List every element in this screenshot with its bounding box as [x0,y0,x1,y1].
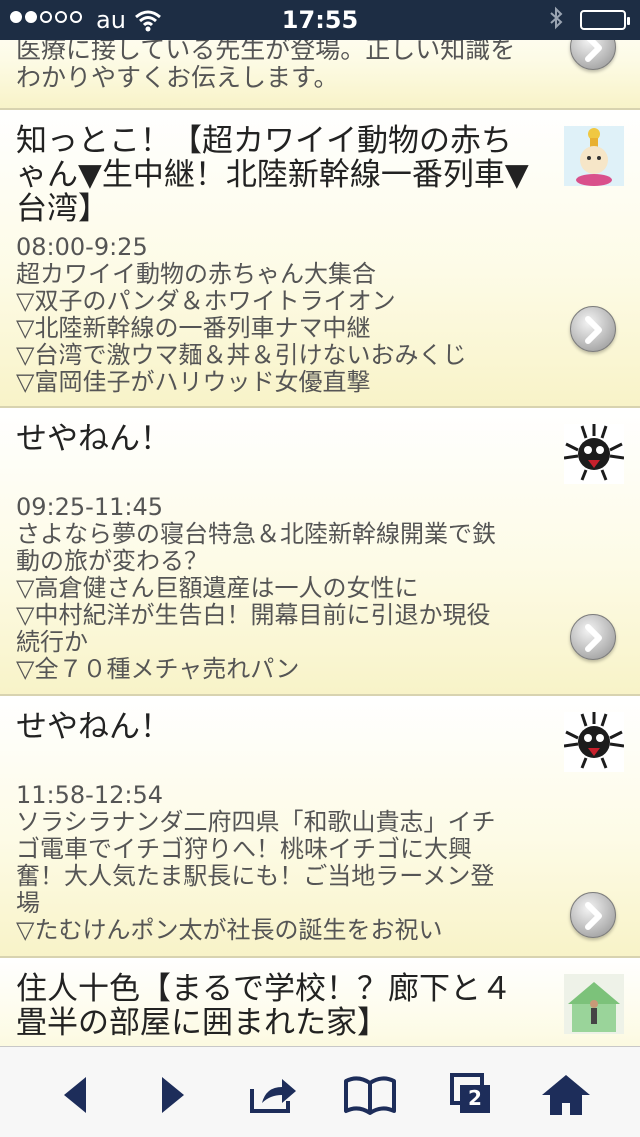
program-item[interactable]: 住人十色【まるで学校！？廊下と４畳半の部屋に囲まれた家】 [0,958,640,1046]
browser-toolbar: 2 [0,1046,640,1137]
chevron-right-icon[interactable] [570,614,616,660]
program-description: 09:25-11:45 さよなら夢の寝台特急＆北陸新幹線開業で鉄 動の旅が変わる… [16,493,496,683]
program-thumbnail [564,126,624,186]
program-title: せやねん！ [16,421,171,457]
bookmarks-icon[interactable] [342,1073,398,1117]
forward-icon[interactable] [150,1073,206,1117]
program-title: せやねん！ [16,709,171,745]
program-item[interactable]: 知っとこ！【超カワイイ動物の赤ちゃん▼生中継！北陸新幹線一番列車▼台湾】 08:… [0,110,640,408]
bluetooth-icon [548,6,564,36]
program-item[interactable]: せやねん！ 11:58-12:54 ソラシラナンダ二府四県「和歌山貴志」イチ ゴ… [0,696,640,958]
clock: 17:55 [281,6,359,34]
program-thumbnail [563,712,625,772]
chevron-right-icon[interactable] [570,40,616,70]
program-list: 医療に接している先生が登場。正しい知識を わかりやすくお伝えします。 知っとこ！… [0,40,640,1046]
chevron-right-icon[interactable] [570,892,616,938]
program-thumbnail [563,424,625,484]
program-item[interactable]: せやねん！ 09:25-11:45 さよなら夢の寝台特急＆北陸新幹線開業で鉄 動… [0,408,640,696]
program-description: 医療に接している先生が登場。正しい知識を わかりやすくお伝えします。 [16,40,516,92]
chevron-right-icon[interactable] [570,306,616,352]
back-icon[interactable] [54,1073,110,1117]
program-title: 住人十色【まるで学校！？廊下と４畳半の部屋に囲まれた家】 [16,971,512,1041]
tabs-count: 2 [468,1086,482,1110]
tabs-icon[interactable]: 2 [446,1073,496,1117]
share-icon[interactable] [244,1073,300,1117]
program-thumbnail [564,974,624,1034]
program-title: 知っとこ！【超カワイイ動物の赤ちゃん▼生中継！北陸新幹線一番列車▼台湾】 [16,123,529,227]
status-bar: au 17:55 [0,0,640,40]
program-description: 08:00-9:25 超カワイイ動物の赤ちゃん大集合 ▽双子のパンダ＆ホワイトラ… [16,233,467,396]
home-icon[interactable] [540,1073,596,1117]
program-description: 11:58-12:54 ソラシラナンダ二府四県「和歌山貴志」イチ ゴ電車でイチゴ… [16,781,496,944]
program-item[interactable]: 医療に接している先生が登場。正しい知識を わかりやすくお伝えします。 [0,40,640,110]
battery-icon [580,10,630,30]
